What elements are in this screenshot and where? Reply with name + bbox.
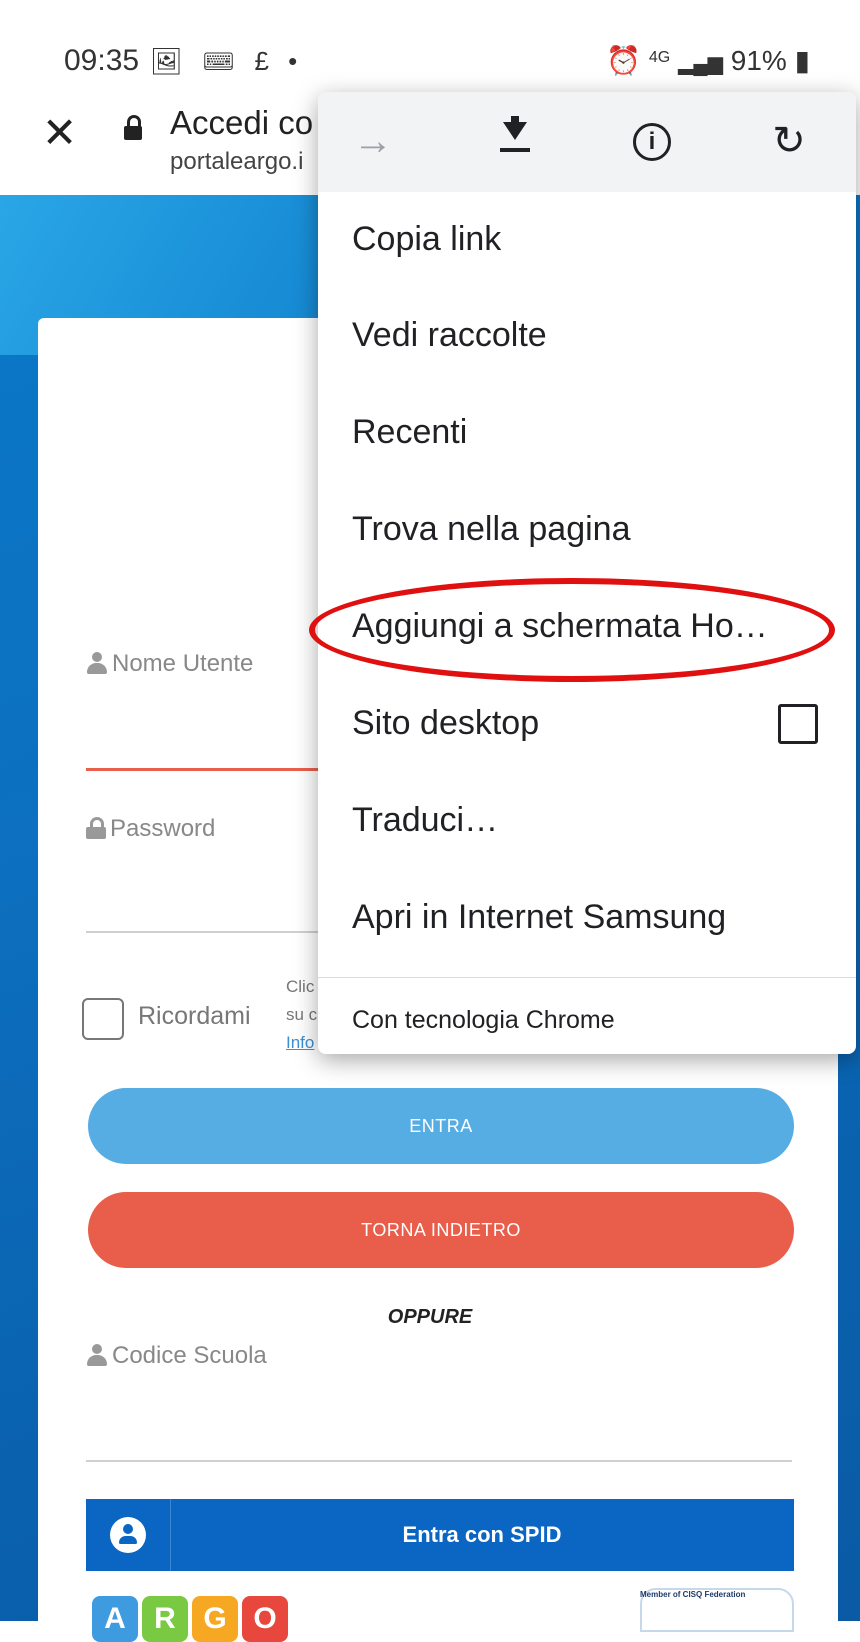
- logo-tile: O: [242, 1596, 288, 1642]
- user-icon: [86, 652, 108, 674]
- cisq-label: Member of CISQ Federation: [640, 1590, 746, 1599]
- alarm-icon: ⏰: [606, 45, 642, 76]
- desktop-site-checkbox[interactable]: [778, 704, 818, 744]
- logo-tile: G: [192, 1596, 238, 1642]
- info-link[interactable]: Info: [286, 1029, 317, 1057]
- username-label: Nome Utente: [86, 650, 253, 678]
- reload-icon[interactable]: ↻: [764, 116, 814, 166]
- menu-toolbar: → i ↻: [318, 92, 856, 192]
- spid-label: Entra con SPID: [402, 1522, 562, 1547]
- password-label: Password: [86, 815, 215, 843]
- status-time: 09:35: [64, 44, 140, 77]
- page-title[interactable]: Accedi co: [170, 104, 313, 142]
- remember-label: Ricordami: [138, 1002, 251, 1030]
- network-label: 4G: [648, 49, 671, 66]
- or-separator: OPPURE: [387, 1306, 473, 1328]
- overflow-menu: → i ↻ Copia link Vedi raccolte Recenti T…: [318, 92, 856, 1054]
- menu-item-find-in-page[interactable]: Trova nella pagina: [318, 482, 856, 578]
- menu-footer: Con tecnologia Chrome: [352, 1006, 615, 1034]
- forward-icon[interactable]: →: [348, 116, 398, 166]
- logo-tile: A: [92, 1596, 138, 1642]
- logo-tile: R: [142, 1596, 188, 1642]
- signal-icon: ▂▄▆: [678, 53, 723, 75]
- school-code-label: Codice Scuola: [86, 1342, 267, 1370]
- remember-checkbox[interactable]: [82, 998, 124, 1040]
- notification-icons: 🖼 ⌨ £ •: [150, 46, 304, 76]
- menu-item-collections[interactable]: Vedi raccolte: [318, 288, 856, 384]
- info-icon[interactable]: i: [625, 116, 675, 166]
- menu-divider: [318, 977, 856, 978]
- menu-item-recent[interactable]: Recenti: [318, 385, 856, 481]
- status-right: ⏰ 4G ▂▄▆ 91% ▮: [606, 44, 810, 77]
- school-user-icon: [86, 1344, 108, 1366]
- spid-user-icon: [110, 1517, 146, 1553]
- highlight-ellipse: [309, 578, 835, 682]
- menu-item-translate[interactable]: Traduci…: [318, 773, 856, 869]
- password-lock-icon: [86, 817, 106, 839]
- battery-icon: ▮: [794, 45, 810, 76]
- battery-level: 91%: [730, 45, 787, 76]
- menu-item-desktop-site[interactable]: Sito desktop: [318, 676, 856, 772]
- menu-item-open-samsung[interactable]: Apri in Internet Samsung: [318, 870, 856, 966]
- spid-button[interactable]: Entra con SPID: [86, 1499, 794, 1571]
- argo-logo: ARGO: [92, 1596, 292, 1642]
- enter-button[interactable]: ENTRA: [88, 1088, 794, 1164]
- school-code-input[interactable]: [86, 1460, 792, 1462]
- info-text: Clic su c Info: [286, 973, 317, 1057]
- page-domain[interactable]: portaleargo.i: [170, 148, 303, 176]
- menu-item-copy-link[interactable]: Copia link: [318, 192, 856, 288]
- lock-icon[interactable]: [124, 115, 142, 140]
- back-button[interactable]: TORNA INDIETRO: [88, 1192, 794, 1268]
- close-icon[interactable]: ✕: [42, 108, 77, 157]
- download-icon[interactable]: [490, 116, 540, 166]
